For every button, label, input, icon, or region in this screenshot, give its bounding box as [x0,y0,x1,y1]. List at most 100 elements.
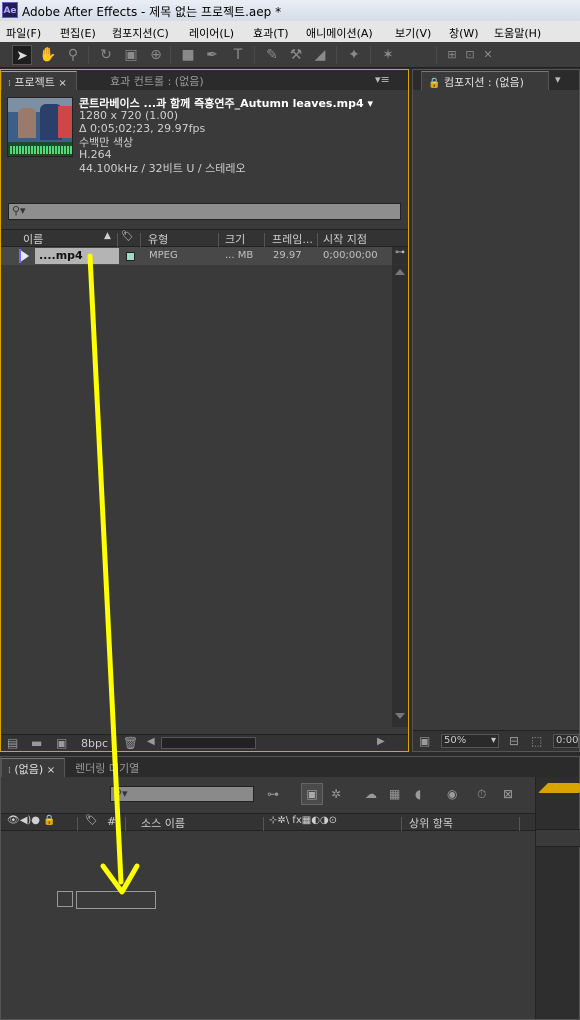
menu-edit[interactable]: 편집(E) [60,25,96,41]
item-name[interactable]: ....mp4 [39,249,83,262]
fit-frame-icon[interactable]: ⊟ [509,734,519,748]
frame-blending-icon[interactable]: ▦ [389,787,400,801]
search-icon: ⚲▾ [12,204,26,217]
project-column-header: 이름 ▲ 🏷 유형 크기 프레임... 시작 지점 [1,229,408,247]
tab-effect-controls[interactable]: 효과 컨트롤 : (없음) [104,71,210,90]
type-tool-icon[interactable]: T [228,45,248,65]
column-separator [519,817,520,831]
menu-animation[interactable]: 애니메이션(A) [306,25,373,41]
column-frame-rate[interactable]: 프레임... [272,231,313,247]
live-update-icon[interactable]: ▣ [301,783,323,805]
time-ruler-area[interactable] [535,777,580,1019]
project-item-row[interactable]: ....mp4 MPEG ... MB 29.97 0;00;00;00 [1,247,392,265]
menu-layer[interactable]: 레이어(L) [189,25,234,41]
toolbar-separator [254,46,255,64]
item-size: ... MB [225,250,254,261]
flowchart-icon[interactable]: ⊶ [393,247,407,263]
label-tag-icon[interactable]: 🏷 [85,815,98,826]
layer-switches-icons[interactable]: ⊹✲\ fx▦◐◑⊙ [269,815,337,826]
scroll-up-icon[interactable] [395,269,405,275]
eraser-tool-icon[interactable]: ◢ [310,45,330,65]
column-separator [317,233,318,247]
composition-viewer[interactable] [413,90,579,730]
search-icon: ⚲▾ [114,787,128,800]
rotate-tool-icon[interactable]: ↻ [96,45,116,65]
scroll-right-icon[interactable]: ▶ [377,736,385,747]
label-tag-icon[interactable]: 🏷 [121,231,134,242]
pen-tool-icon[interactable]: ✒ [202,45,222,65]
tab-project[interactable]: ⁞ 프로젝트 × [1,71,77,90]
menu-window[interactable]: 창(W) [449,25,479,41]
auto-keyframe-icon[interactable]: ⏱ [477,787,486,802]
menu-effect[interactable]: 효과(T) [253,25,289,41]
horizontal-scrollbar-thumb[interactable] [161,737,256,749]
toolbar-separator [436,46,437,64]
footage-thumbnail [7,97,73,157]
project-search-input[interactable]: ⚲▾ [8,203,401,220]
axis-world-icon[interactable]: ⊡ [460,45,480,65]
menu-composition[interactable]: 컴포지션(C) [112,25,169,41]
brainstorm-icon[interactable]: ◉ [447,787,457,801]
column-separator [140,233,141,247]
selection-tool-icon[interactable]: ➤ [12,45,32,65]
brush-tool-icon[interactable]: ✎ [262,45,282,65]
zoom-tool-icon[interactable]: ⚲ [63,45,83,65]
tools-toolbar: ➤ ✋ ⚲ ↻ ▣ ⊕ ■ ✒ T ✎ ⚒ ◢ ✦ ✶ ⊞ ⊡ ✕ [0,42,580,68]
item-label-color[interactable] [126,252,135,261]
bit-depth-button[interactable]: 8bpc [81,737,108,750]
item-type: MPEG [149,250,178,261]
new-composition-icon[interactable]: ▣ [56,736,67,750]
draft-3d-icon[interactable]: ✲ [331,787,341,801]
column-layer-number[interactable]: # [107,815,116,828]
shy-layers-icon[interactable]: ☁ [365,787,377,801]
always-preview-icon[interactable]: ▣ [419,734,430,748]
composition-dropdown-icon[interactable]: ▾ [549,71,567,90]
axis-local-icon[interactable]: ⊞ [442,45,462,65]
sort-ascending-icon[interactable]: ▲ [104,231,111,241]
close-icon[interactable]: × [47,765,55,776]
column-parent[interactable]: 상위 항목 [409,815,453,831]
hand-tool-icon[interactable]: ✋ [38,45,58,65]
graph-editor-icon[interactable]: ⊠ [503,787,513,801]
tab-timeline[interactable]: ⁞ (없음) × [1,758,65,777]
scroll-left-icon[interactable]: ◀ [147,736,155,747]
roto-brush-tool-icon[interactable]: ✦ [344,45,364,65]
composition-tab-bar: 🔒 컴포지션 : (없음) ▾ [413,70,579,90]
timecode-display[interactable]: 0:00 [553,734,579,748]
close-icon[interactable]: × [58,78,66,89]
project-vertical-scrollbar[interactable]: ⊶ [392,247,408,727]
zoom-select[interactable]: 50% ▾ [441,734,499,748]
scroll-down-icon[interactable] [395,713,405,719]
column-in-point[interactable]: 시작 지점 [323,231,367,247]
lock-icon[interactable]: 🔒 [428,78,440,89]
axis-view-icon[interactable]: ✕ [478,45,498,65]
time-ruler-header [536,829,580,847]
rectangle-tool-icon[interactable]: ■ [178,45,198,65]
column-size[interactable]: 크기 [225,231,245,247]
timeline-search-input[interactable]: ⚲▾ [110,786,254,802]
column-type[interactable]: 유형 [148,231,168,247]
project-panel: ⁞ 프로젝트 × 효과 컨트롤 : (없음) ▾≡ 콘트라베이스 ...과 함께… [0,69,409,752]
menu-file[interactable]: 파일(F) [6,25,41,41]
column-name[interactable]: 이름 [23,231,43,247]
footage-resolution: 1280 x 720 (1.00) [79,109,179,122]
tab-render-queue[interactable]: 렌더링 대기열 [69,758,145,777]
new-folder-icon[interactable]: ▬ [31,736,42,750]
trash-icon[interactable]: 🗑 [123,736,138,750]
layer-list-area[interactable] [1,832,535,1019]
toolbar-separator [370,46,371,64]
comp-mini-flowchart-icon[interactable]: ⊶ [267,787,279,801]
tab-composition[interactable]: 🔒 컴포지션 : (없음) [421,71,549,90]
interpret-footage-icon[interactable]: ▤ [7,736,18,750]
pan-behind-tool-icon[interactable]: ⊕ [146,45,166,65]
panel-menu-icon[interactable]: ▾≡ [369,71,396,90]
clone-stamp-tool-icon[interactable]: ⚒ [286,45,306,65]
transparency-grid-icon[interactable]: ⬚ [531,734,542,748]
motion-blur-icon[interactable]: ◖ [415,787,421,801]
column-source-name[interactable]: 소스 이름 [141,815,185,831]
menu-help[interactable]: 도움말(H) [494,25,541,41]
menu-view[interactable]: 보기(V) [395,25,431,41]
camera-tool-icon[interactable]: ▣ [121,45,141,65]
av-features-icons[interactable]: 👁◀)● 🔒 [7,815,56,826]
puppet-tool-icon[interactable]: ✶ [378,45,398,65]
